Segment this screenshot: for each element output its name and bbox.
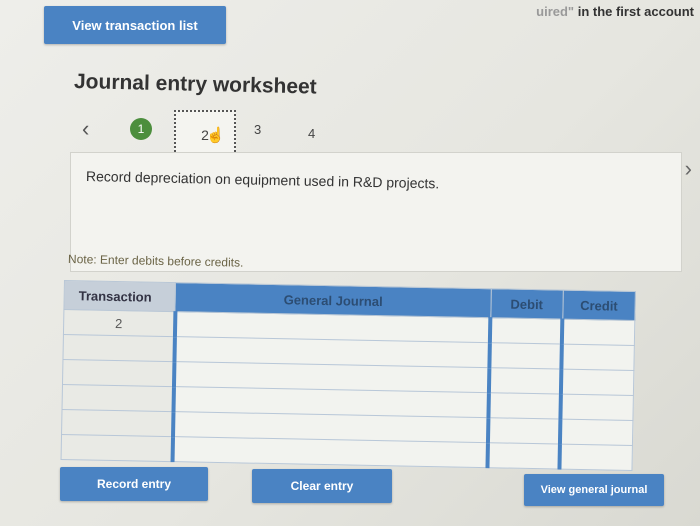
step-3[interactable]: 3 [254,122,261,137]
credit-input[interactable] [560,419,633,446]
view-general-journal-button[interactable]: View general journal [524,474,664,506]
account-input[interactable] [172,436,488,468]
view-transaction-list-button[interactable]: View transaction list [44,6,226,44]
hand-cursor-icon: ☝ [206,127,225,144]
step-4[interactable]: 4 [308,126,315,141]
record-entry-button[interactable]: Record entry [60,467,208,501]
credit-input[interactable] [560,394,634,421]
partial-header-text: uired" in the first account [536,4,694,19]
transaction-cell [61,434,173,462]
transaction-cell [62,384,174,412]
credit-input[interactable] [562,319,635,346]
credit-input[interactable] [559,444,633,471]
debit-input[interactable] [488,392,562,420]
transaction-cell: 2 [63,309,176,337]
transaction-cell [61,409,174,437]
transaction-cell [62,359,175,387]
debit-input[interactable] [488,367,562,395]
credit-input[interactable] [561,369,634,396]
journal-table: Transaction General Journal Debit Credit… [61,280,636,471]
step-1[interactable]: 1 [130,118,152,140]
page-title: Journal entry worksheet [73,70,317,99]
debit-input[interactable] [489,342,563,370]
chevron-left-icon[interactable]: ‹ [82,116,89,142]
chevron-right-icon[interactable]: › [685,156,692,182]
col-transaction: Transaction [63,280,176,312]
debit-input[interactable] [487,442,561,470]
col-debit: Debit [490,288,564,320]
clear-entry-button[interactable]: Clear entry [252,469,392,503]
credit-input[interactable] [561,344,635,371]
debit-input[interactable] [489,317,563,345]
debit-input[interactable] [487,417,561,445]
transaction-cell [62,334,175,362]
col-credit: Credit [562,290,636,321]
